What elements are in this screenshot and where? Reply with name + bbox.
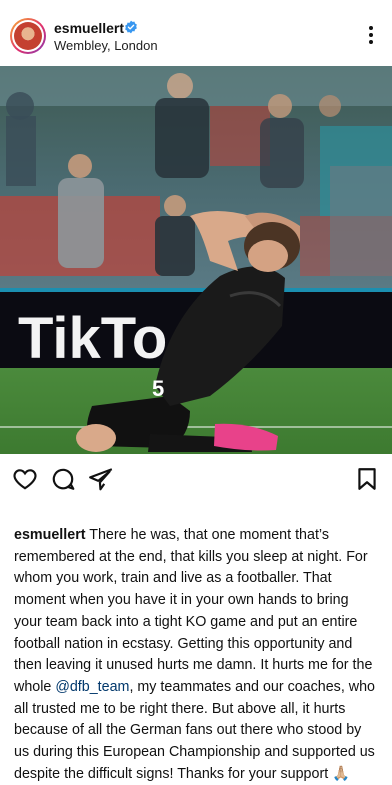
post-photo-illustration: TikTo 5 [0,66,392,454]
post-location[interactable]: Wembley, London [54,38,158,53]
caption-mention[interactable]: @dfb_team [55,679,129,695]
dot [369,33,373,37]
jersey-number: 5 [152,376,164,401]
post-photo[interactable]: TikTo 5 [0,66,392,454]
post-action-bar [0,456,392,500]
post-username[interactable]: esmuellert [54,20,124,36]
dot [369,40,373,44]
dot [369,26,373,30]
caption-username[interactable]: esmuellert [14,527,86,543]
verified-badge-icon [125,20,137,34]
praying-hands-icon: 🙏🏼 [332,765,350,782]
heart-icon[interactable] [12,466,38,492]
avatar-image [14,22,42,50]
post-caption: esmuellert There he was, that one moment… [14,525,380,785]
ad-board-text: TikTo [18,306,167,371]
caption-text: There he was, that one moment that’s rem… [14,527,373,695]
more-options-icon[interactable] [368,26,374,44]
avatar[interactable] [10,18,46,54]
comment-icon[interactable] [50,466,76,492]
share-icon[interactable] [88,466,114,492]
avatar-ring [12,20,44,52]
bookmark-icon[interactable] [354,466,380,492]
post-header: esmuellert Wembley, London [0,0,392,66]
